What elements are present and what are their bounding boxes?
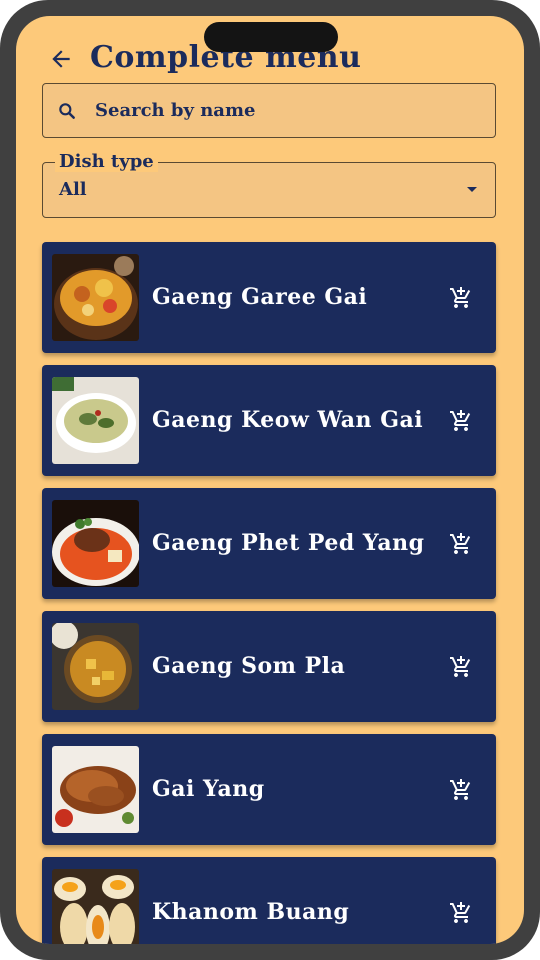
add-to-cart-icon bbox=[450, 410, 471, 431]
add-to-cart-button[interactable] bbox=[448, 777, 474, 803]
add-to-cart-button[interactable] bbox=[448, 531, 474, 557]
caret-down-icon bbox=[467, 187, 477, 192]
dish-name: Khanom Buang bbox=[152, 899, 350, 925]
dish-name: Gaeng Som Pla bbox=[152, 653, 346, 679]
back-button[interactable] bbox=[46, 44, 76, 74]
dish-card[interactable]: Gaeng Som Pla bbox=[42, 611, 496, 722]
search-input[interactable] bbox=[95, 100, 455, 121]
phone-frame: Complete menu Dish type All bbox=[0, 0, 540, 960]
dish-name: Gaeng Phet Ped Yang bbox=[152, 530, 425, 556]
dish-card[interactable]: Gaeng Phet Ped Yang bbox=[42, 488, 496, 599]
dish-card[interactable]: Khanom Buang bbox=[42, 857, 496, 944]
add-to-cart-icon bbox=[450, 533, 471, 554]
add-to-cart-icon bbox=[450, 779, 471, 800]
add-to-cart-button[interactable] bbox=[448, 654, 474, 680]
add-to-cart-button[interactable] bbox=[448, 900, 474, 926]
dish-name: Gaeng Keow Wan Gai bbox=[152, 407, 424, 433]
add-to-cart-icon bbox=[450, 902, 471, 923]
dish-card[interactable]: Gaeng Garee Gai bbox=[42, 242, 496, 353]
dish-name: Gaeng Garee Gai bbox=[152, 284, 368, 310]
dish-list: Gaeng Garee Gai Gaeng Keow Wan Gai Gaeng… bbox=[42, 242, 496, 944]
dish-card[interactable]: Gai Yang bbox=[42, 734, 496, 845]
dish-image bbox=[52, 377, 139, 464]
dish-image bbox=[52, 500, 139, 587]
dish-image bbox=[52, 623, 139, 710]
search-field[interactable] bbox=[42, 83, 496, 138]
app-screen: Complete menu Dish type All bbox=[16, 16, 524, 944]
dish-type-label: Dish type bbox=[55, 152, 158, 172]
dish-card[interactable]: Gaeng Keow Wan Gai bbox=[42, 365, 496, 476]
add-to-cart-icon bbox=[450, 287, 471, 308]
dish-image bbox=[52, 254, 139, 341]
arrow-left-icon bbox=[52, 50, 70, 68]
dish-type-select[interactable]: Dish type All bbox=[42, 152, 496, 218]
search-icon bbox=[57, 101, 77, 121]
dish-image bbox=[52, 869, 139, 944]
add-to-cart-button[interactable] bbox=[448, 408, 474, 434]
dish-name: Gai Yang bbox=[152, 776, 265, 802]
add-to-cart-button[interactable] bbox=[448, 285, 474, 311]
dish-type-value: All bbox=[59, 179, 87, 200]
dish-image bbox=[52, 746, 139, 833]
camera-notch bbox=[204, 22, 338, 52]
add-to-cart-icon bbox=[450, 656, 471, 677]
